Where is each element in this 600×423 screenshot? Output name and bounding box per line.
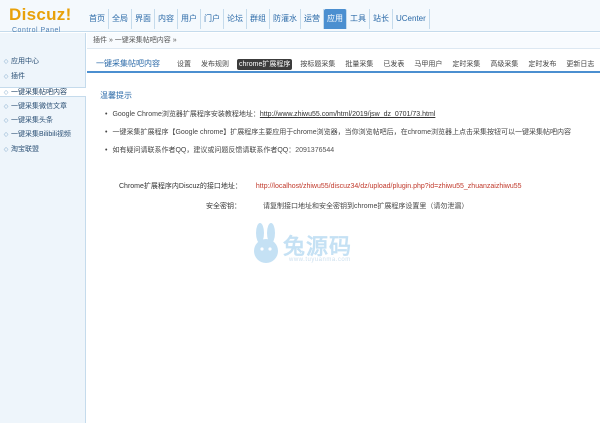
nav-item[interactable]: 站长 [370, 9, 393, 29]
author-qq: 2091376544 [295, 147, 335, 154]
secret-key-label: 安全密钥： [206, 203, 241, 210]
bullet-icon: • [105, 147, 108, 154]
plugin-tab[interactable]: 定时采集 [450, 59, 482, 70]
nav-item[interactable]: 运营 [301, 9, 324, 29]
nav-item[interactable]: 群组 [247, 9, 270, 29]
plugin-tab[interactable]: 按标题采集 [298, 59, 337, 70]
tip-install-guide: • Google Chrome浏览器扩展程序安装教程地址：http://www.z… [105, 109, 435, 119]
api-address-label: Chrome扩展程序内Discuz的接口地址： [119, 183, 242, 190]
menu-bullet-icon: ◇ [3, 74, 9, 80]
nav-item[interactable]: 界面 [132, 9, 155, 29]
nav-item[interactable]: 应用 [324, 9, 347, 29]
sidebar-item-label: 应用中心 [11, 58, 39, 65]
plugin-title[interactable]: 一键采集帖吧内容 [96, 58, 160, 69]
plugin-tab[interactable]: 更新日志 [564, 59, 596, 70]
nav-item[interactable]: 防灌水 [270, 9, 301, 29]
sidebar-item-label: 一键采集头条 [11, 117, 53, 124]
watermark: 兔源码 www.tuyuanma.com [249, 223, 379, 269]
plugin-tab[interactable]: chrome扩展程序 [237, 59, 293, 70]
menu-bullet-icon: ◇ [3, 147, 9, 153]
plugin-tabs: 设置 发布规则 chrome扩展程序 按标题采集 批量采集 已发表 马甲用户 定时采集 高级采集… [175, 59, 600, 70]
sidebar-item-label: 淘宝联盟 [11, 146, 39, 153]
menu-bullet-icon: ◇ [3, 118, 9, 124]
nav-item[interactable]: 内容 [155, 9, 178, 29]
secret-key-value: 请复制接口地址和安全密钥到chrome扩展程序设置里（请勿泄漏） [263, 203, 469, 210]
plugin-subnav: 一键采集帖吧内容 设置 发布规则 chrome扩展程序 按标题采集 批量采集 已发表 马甲用… [87, 57, 600, 73]
plugin-tab[interactable]: 定时发布 [526, 59, 558, 70]
rabbit-logo-icon [254, 223, 278, 263]
plugin-tab[interactable]: 马甲用户 [412, 59, 444, 70]
nav-item[interactable]: 用户 [178, 9, 201, 29]
watermark-url: www.tuyuanma.com [289, 257, 351, 263]
sidebar: ◇ 应用中心 ◇ 插件 ◇ 一键采集帖吧内容 ◇ 一键采集微信文章 ◇ 一键采集头条 ◇ 一键采集Bi… [0, 33, 86, 423]
plugin-tab[interactable]: 高级采集 [488, 59, 520, 70]
sidebar-item[interactable]: ◇ 一键采集头条 [0, 116, 86, 126]
sidebar-item-label: 插件 [11, 73, 25, 80]
plugin-tab[interactable]: 批量采集 [343, 59, 375, 70]
nav-item[interactable]: 全局 [109, 9, 132, 29]
api-address-row: Chrome扩展程序内Discuz的接口地址： http://localhost/… [119, 181, 522, 191]
sidebar-item[interactable]: ◇ 一键采集Bilibili视频 [0, 130, 86, 140]
menu-bullet-icon: ◇ [3, 59, 9, 65]
nav-item[interactable]: 论坛 [224, 9, 247, 29]
sidebar-item-label: 一键采集Bilibili视频 [11, 131, 71, 138]
api-address-value[interactable]: http://localhost/zhiwu55/discuz34/dz/upl… [256, 183, 522, 190]
logo-brand: Discuz! [9, 5, 72, 24]
breadcrumb: 插件 » 一键采集帖吧内容 » [87, 33, 600, 49]
top-nav: 首页 全局 界面 内容 用户 门户 论坛 群组 防灌水 运营 应用 工具 站长 UCenter [86, 9, 430, 29]
plugin-tab[interactable]: 发布规则 [199, 59, 231, 70]
tip-contact: • 如有疑问请联系作者QQ，建议或问题反馈请联系作者QQ：2091376544 [105, 145, 334, 155]
header: Discuz! Control Panel 首页 全局 界面 内容 用户 门户 论坛 群组 防灌… [0, 0, 600, 34]
sidebar-item[interactable]: ◇ 一键采集帖吧内容 [0, 87, 86, 97]
nav-item[interactable]: UCenter [393, 9, 430, 29]
sidebar-item-label: 一键采集帖吧内容 [11, 89, 67, 96]
bullet-icon: • [105, 111, 108, 118]
menu-bullet-icon: ◇ [3, 104, 9, 110]
main-content: 插件 » 一键采集帖吧内容 » 一键采集帖吧内容 设置 发布规则 chrome扩展程… [87, 33, 600, 423]
nav-item[interactable]: 工具 [347, 9, 370, 29]
menu-bullet-icon: ◇ [3, 90, 9, 96]
sidebar-item[interactable]: ◇ 应用中心 [0, 57, 86, 67]
tip-description: • 一键采集扩展程序【Google chrome】扩展程序主要应用于chrome浏… [105, 127, 571, 137]
install-guide-link[interactable]: http://www.zhiwu55.com/html/2019/jsw_dz_… [260, 111, 435, 118]
bullet-icon: • [105, 129, 108, 136]
nav-item[interactable]: 门户 [201, 9, 224, 29]
sidebar-item[interactable]: ◇ 一键采集微信文章 [0, 102, 86, 112]
plugin-tab[interactable]: 已发表 [381, 59, 406, 70]
tip-text: Google Chrome浏览器扩展程序安装教程地址： [112, 111, 260, 118]
tips-title: 温馨提示 [100, 91, 132, 100]
sidebar-item[interactable]: ◇ 插件 [0, 72, 86, 82]
sidebar-item[interactable]: ◇ 淘宝联盟 [0, 145, 86, 155]
tip-text: 一键采集扩展程序【Google chrome】扩展程序主要应用于chrome浏览… [112, 129, 571, 136]
menu-bullet-icon: ◇ [3, 132, 9, 138]
tip-text: 如有疑问请联系作者QQ，建议或问题反馈请联系作者QQ： [112, 147, 296, 154]
secret-key-row: 安全密钥： 请复制接口地址和安全密钥到chrome扩展程序设置里（请勿泄漏） [206, 201, 468, 211]
nav-item[interactable]: 首页 [86, 9, 109, 29]
logo[interactable]: Discuz! Control Panel [9, 5, 72, 34]
sidebar-item-label: 一键采集微信文章 [11, 103, 67, 110]
plugin-tab[interactable]: 设置 [175, 59, 193, 70]
